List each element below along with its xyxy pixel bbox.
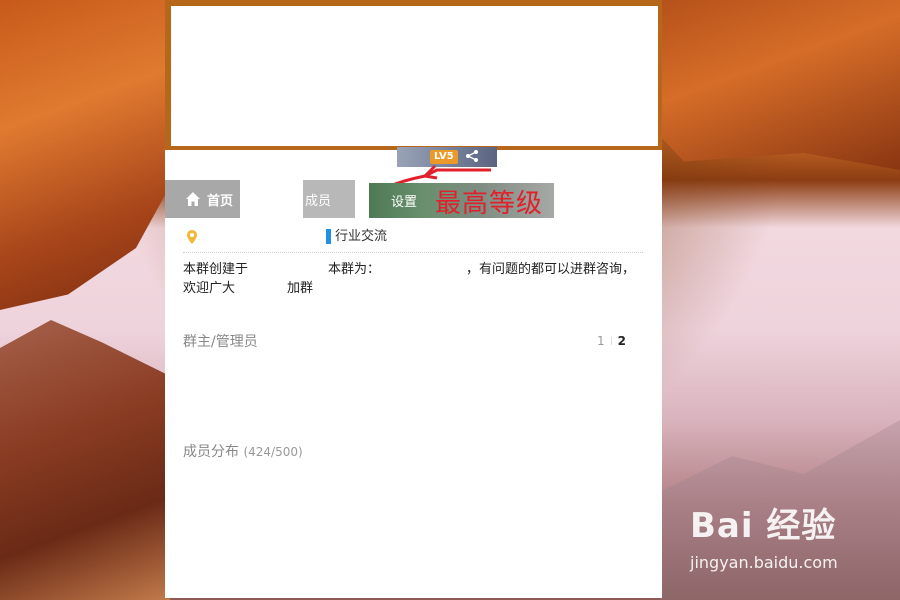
watermark-logo: Bai 经验 [690, 506, 837, 546]
group-info-row: 行业交流 [183, 228, 643, 253]
intro-question: ，有问题的都可以进群咨询， [466, 262, 636, 277]
distribution-title: 成员分布 (424/500) [183, 441, 303, 461]
tab-settings-label: 设置 [391, 195, 418, 210]
group-panel: LV5 首页 成员 设置 最高等级 行业交流 本群创建于 本群为： ，有问题的都… [165, 0, 662, 598]
intro-join: 加群 [287, 281, 314, 296]
baidu-watermark: Bai 经验 jingyan.baidu.com [690, 498, 838, 572]
group-intro: 本群创建于 本群为： ，有问题的都可以进群咨询， 欢迎广大 加群 [183, 260, 643, 298]
intro-type: 本群为： [328, 262, 381, 277]
distribution-count: (424/500) [243, 445, 303, 459]
pager-page-2[interactable]: 2 [618, 334, 626, 348]
pager-page-1[interactable]: 1 [597, 334, 605, 348]
intro-line-1: 本群创建于 本群为： ，有问题的都可以进群咨询， [183, 260, 643, 279]
group-category-tag[interactable]: 行业交流 [326, 229, 387, 244]
tab-members-label: 成员 [305, 193, 332, 209]
watermark-url: jingyan.baidu.com [690, 553, 838, 572]
annotation-label: 最高等级 [435, 189, 544, 219]
intro-welcome: 欢迎广大 [183, 281, 236, 296]
group-banner [165, 0, 662, 150]
background-rock-arch-left [0, 0, 170, 310]
banner-image-area [171, 6, 658, 146]
background-rock-arch-right [660, 0, 900, 170]
pager-divider [610, 337, 612, 345]
intro-created: 本群创建于 [183, 262, 249, 277]
intro-line-2: 欢迎广大 加群 [183, 279, 643, 298]
distribution-title-text: 成员分布 [183, 444, 239, 460]
location-pin-icon [187, 230, 197, 244]
home-icon [186, 192, 200, 206]
admins-pager: 1 2 [597, 334, 626, 348]
admins-title: 群主/管理员 [183, 334, 258, 350]
group-nav: 首页 成员 设置 [165, 180, 662, 218]
tab-home-label: 首页 [207, 193, 234, 209]
tab-home[interactable]: 首页 [165, 180, 240, 218]
background-rock-left [0, 320, 170, 600]
tab-members[interactable]: 成员 [303, 180, 355, 218]
